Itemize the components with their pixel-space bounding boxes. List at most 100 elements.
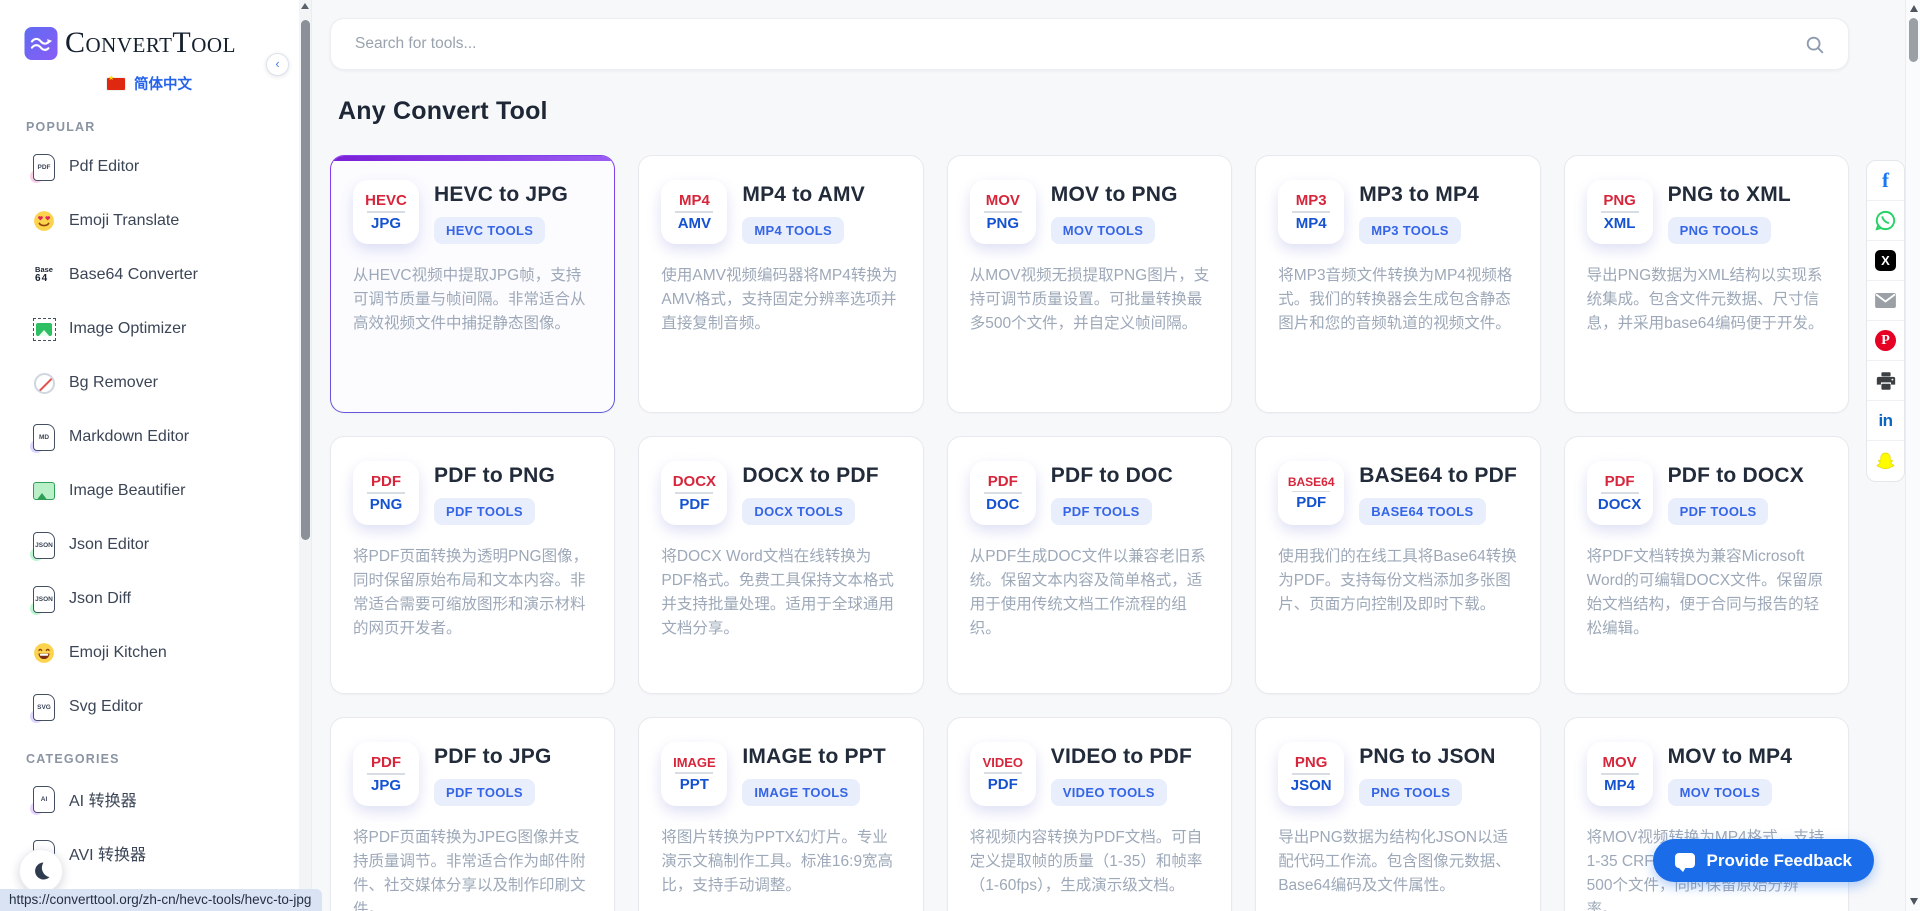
email-share-button[interactable] [1867,281,1904,321]
badge-to-format: DOCX [1598,497,1641,512]
badge-to-format: PNG [370,497,403,512]
sidebar-item-label: Json Editor [69,536,149,554]
badge-divider [367,492,405,494]
sidebar-item-emoji-kitchen[interactable]: Emoji Kitchen [0,626,299,680]
sidebar-scrollbar-thumb[interactable] [301,20,310,540]
tool-card-png-to-json[interactable]: PNG JSON PNG to JSON PNG TOOLS 导出PNG数据为结… [1255,717,1540,911]
dark-mode-toggle[interactable] [19,849,63,893]
sidebar-item-json-diff[interactable]: JSON Json Diff [0,572,299,626]
card-category-tag[interactable]: VIDEO TOOLS [1051,779,1167,806]
provide-feedback-button[interactable]: Provide Feedback [1653,839,1874,882]
badge-divider [1601,492,1639,494]
badge-from-format: BASE64 [1288,476,1335,488]
page-scroll-down-arrow[interactable] [1910,898,1918,905]
badge-to-format: AMV [678,216,711,231]
sidebar-item-markdown-editor[interactable]: MD Markdown Editor [0,410,299,464]
sidebar-item-image-beautifier[interactable]: Image Beautifier [0,464,299,518]
search-icon[interactable] [1804,34,1826,56]
card-category-tag[interactable]: PNG TOOLS [1359,779,1462,806]
badge-to-format: DOC [986,497,1019,512]
card-category-tag[interactable]: PDF TOOLS [434,498,535,525]
page-scrollbar-thumb[interactable] [1909,18,1918,62]
markdown-file-icon: MD [31,424,57,451]
sidebar-item-emoji-translate[interactable]: Emoji Translate [0,194,299,248]
search-input[interactable] [331,35,1848,53]
card-category-tag[interactable]: DOCX TOOLS [742,498,855,525]
card-category-tag[interactable]: PDF TOOLS [434,779,535,806]
tool-card-pdf-to-jpg[interactable]: PDF JPG PDF to JPG PDF TOOLS 将PDF页面转换为JP… [330,717,615,911]
card-description: 将图片转换为PPTX幻灯片。专业演示文稿制作工具。标准16:9宽高比，支持手动调… [661,826,900,898]
pinterest-share-button[interactable]: P [1867,321,1904,361]
tool-card-mp3-to-mp4[interactable]: MP3 MP4 MP3 to MP4 MP3 TOOLS 将MP3音频文件转换为… [1255,155,1540,413]
badge-from-format: VIDEO [983,756,1023,769]
tool-card-mov-to-png[interactable]: MOV PNG MOV to PNG MOV TOOLS 从MOV视频无损提取P… [947,155,1232,413]
facebook-icon: f [1882,168,1889,193]
badge-divider [1292,491,1330,493]
heart-eyes-emoji-icon [31,210,57,232]
tool-card-png-to-xml[interactable]: PNG XML PNG to XML PNG TOOLS 导出PNG数据为XML… [1564,155,1849,413]
tool-card-pdf-to-doc[interactable]: PDF DOC PDF to DOC PDF TOOLS 从PDF生成DOC文件… [947,436,1232,694]
sidebar-item-bg-remover[interactable]: Bg Remover [0,356,299,410]
card-category-tag[interactable]: MP3 TOOLS [1359,217,1461,244]
tool-card-hevc-to-jpg[interactable]: HEVC JPG HEVC to JPG HEVC TOOLS 从HEVC视频中… [330,155,615,413]
brand-logo[interactable]: ConvertTool [0,26,268,60]
card-category-tag[interactable]: PDF TOOLS [1051,498,1152,525]
format-badge: DOCX PDF [661,461,727,525]
badge-from-format: PNG [1603,193,1636,208]
badge-from-format: PNG [1295,755,1328,770]
whatsapp-icon [1874,209,1897,232]
card-description: 从PDF生成DOC文件以兼容老旧系统。保留文本内容及简单格式，适用于使用传统文档… [970,545,1209,641]
format-badge: MP3 MP4 [1278,180,1344,244]
card-description: 将PDF页面转换为透明PNG图像，同时保留原始布局和文本内容。非常适合需要可缩放… [353,545,592,641]
sidebar-item-json-editor[interactable]: JSON Json Editor [0,518,299,572]
card-category-tag[interactable]: MOV TOOLS [1668,779,1772,806]
sidebar-item-base64-converter[interactable]: Base64 Base64 Converter [0,248,299,302]
card-category-tag[interactable]: HEVC TOOLS [434,217,545,244]
card-description: 将DOCX Word文档在线转换为PDF格式。免费工具保持文本格式并支持批量处理… [661,545,900,641]
language-label: 简体中文 [134,73,192,94]
sidebar-item-pdf-editor[interactable]: PDF Pdf Editor [0,140,299,194]
sidebar-collapse-button[interactable]: ‹ [266,53,289,76]
sidebar-item-label: Svg Editor [69,698,143,716]
facebook-share-button[interactable]: f [1867,161,1904,201]
tool-card-image-to-ppt[interactable]: IMAGE PPT IMAGE to PPT IMAGE TOOLS 将图片转换… [638,717,923,911]
card-category-tag[interactable]: BASE64 TOOLS [1359,498,1485,525]
snapchat-share-button[interactable] [1867,441,1904,481]
tool-card-pdf-to-png[interactable]: PDF PNG PDF to PNG PDF TOOLS 将PDF页面转换为透明… [330,436,615,694]
badge-from-format: PDF [988,474,1018,489]
linkedin-share-button[interactable]: in [1867,401,1904,441]
badge-to-format: XML [1604,216,1636,231]
language-selector[interactable]: 简体中文 [0,73,299,94]
card-category-tag[interactable]: PDF TOOLS [1668,498,1769,525]
x-twitter-share-button[interactable]: X [1867,241,1904,281]
card-category-tag[interactable]: IMAGE TOOLS [742,779,860,806]
card-category-tag[interactable]: MP4 TOOLS [742,217,844,244]
tool-card-mp4-to-amv[interactable]: MP4 AMV MP4 to AMV MP4 TOOLS 使用AMV视频编码器将… [638,155,923,413]
sidebar-item-image-optimizer[interactable]: Image Optimizer [0,302,299,356]
sidebar-scroll-up-arrow[interactable] [301,3,309,9]
card-category-tag[interactable]: PNG TOOLS [1668,217,1771,244]
card-category-tag[interactable]: MOV TOOLS [1051,217,1155,244]
sidebar-item-label: Image Beautifier [69,482,186,500]
sidebar-item-ai[interactable]: AI AI 转换器 [0,772,299,826]
card-title: BASE64 to PDF [1359,464,1517,488]
tool-card-base64-to-pdf[interactable]: BASE64 PDF BASE64 to PDF BASE64 TOOLS 使用… [1255,436,1540,694]
format-badge: PDF JPG [353,742,419,806]
badge-to-format: JPG [371,778,401,793]
badge-from-format: MOV [1603,755,1637,770]
whatsapp-share-button[interactable] [1867,201,1904,241]
snapchat-ghost-icon [1874,450,1897,473]
chat-bubble-icon [1675,853,1695,868]
page-scrollbar[interactable] [1905,0,1920,911]
sidebar-item-label: Json Diff [69,590,131,608]
card-title: VIDEO to PDF [1051,745,1192,769]
tool-card-pdf-to-docx[interactable]: PDF DOCX PDF to DOCX PDF TOOLS 将PDF文档转换为… [1564,436,1849,694]
sidebar-scrollbar[interactable] [299,0,311,911]
svg-file-icon: SVG [31,694,57,721]
badge-divider [1601,773,1639,775]
page-scroll-up-arrow[interactable] [1910,5,1918,12]
print-button[interactable] [1867,361,1904,401]
tool-card-docx-to-pdf[interactable]: DOCX PDF DOCX to PDF DOCX TOOLS 将DOCX Wo… [638,436,923,694]
tool-card-video-to-pdf[interactable]: VIDEO PDF VIDEO to PDF VIDEO TOOLS 将视频内容… [947,717,1232,911]
sidebar-item-svg-editor[interactable]: SVG Svg Editor [0,680,299,734]
